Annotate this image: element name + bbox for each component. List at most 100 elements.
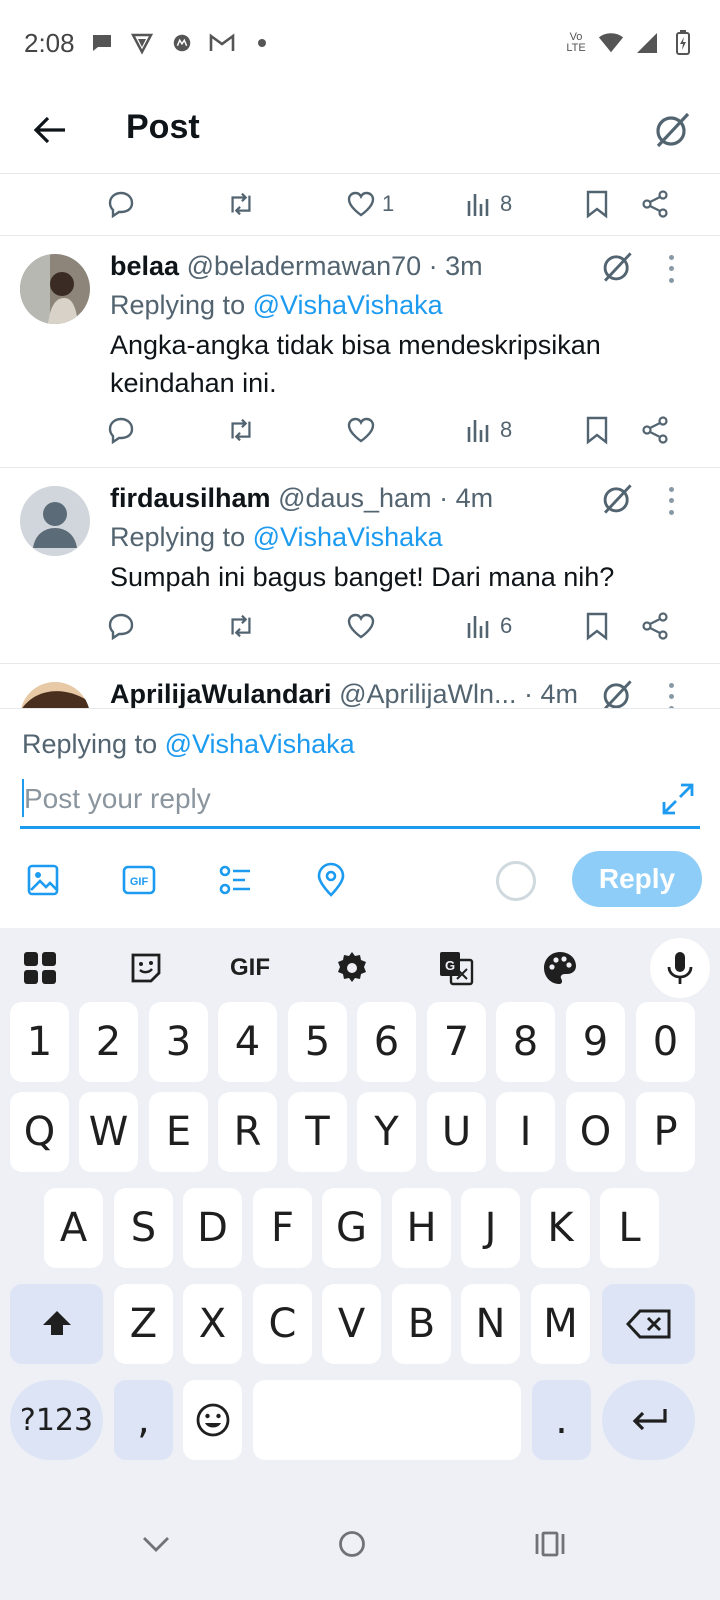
key-3[interactable]: 3 <box>149 1002 208 1082</box>
space-key[interactable] <box>253 1380 521 1460</box>
grok-button[interactable] <box>600 678 634 708</box>
key-t[interactable]: T <box>288 1092 347 1172</box>
translate-button[interactable]: G <box>430 942 482 994</box>
apps-grid-button[interactable] <box>14 942 66 994</box>
key-p[interactable]: P <box>636 1092 695 1172</box>
key-i[interactable]: I <box>496 1092 555 1172</box>
key-l[interactable]: L <box>600 1188 659 1268</box>
key-s[interactable]: S <box>114 1188 173 1268</box>
author-handle[interactable]: @daus_ham <box>278 483 432 513</box>
key-5[interactable]: 5 <box>288 1002 347 1082</box>
shift-key[interactable] <box>10 1284 103 1364</box>
key-z[interactable]: Z <box>114 1284 173 1364</box>
key-c[interactable]: C <box>253 1284 312 1364</box>
comma-key[interactable]: , <box>114 1380 173 1460</box>
backspace-key[interactable] <box>602 1284 695 1364</box>
enter-key[interactable] <box>602 1380 695 1460</box>
emoji-key[interactable] <box>183 1380 242 1460</box>
home-button[interactable] <box>330 1522 374 1566</box>
key-r[interactable]: R <box>218 1092 277 1172</box>
reply-post[interactable]: belaa @beladermawan70 · 3m Replying to @… <box>0 236 720 468</box>
reply-input[interactable] <box>20 777 620 821</box>
avatar[interactable] <box>20 682 90 708</box>
avatar[interactable] <box>20 486 90 556</box>
mention-link[interactable]: @VishaVishaka <box>165 729 355 759</box>
key-v[interactable]: V <box>322 1284 381 1364</box>
reply-post[interactable]: AprilijaWulandari @AprilijaWln... · 4m <box>0 664 720 708</box>
settings-button[interactable] <box>326 942 378 994</box>
views-action[interactable]: 8 <box>464 184 512 224</box>
share-action[interactable] <box>640 184 670 224</box>
like-action[interactable] <box>346 606 376 646</box>
voice-input-button[interactable] <box>650 938 710 998</box>
like-action[interactable] <box>346 410 376 450</box>
key-m[interactable]: M <box>531 1284 590 1364</box>
mention-link[interactable]: @VishaVishaka <box>253 522 443 552</box>
views-action[interactable]: 6 <box>464 606 512 646</box>
key-y[interactable]: Y <box>357 1092 416 1172</box>
key-0[interactable]: 0 <box>636 1002 695 1082</box>
key-4[interactable]: 4 <box>218 1002 277 1082</box>
key-k[interactable]: K <box>531 1188 590 1268</box>
author-handle[interactable]: @beladermawan70 <box>187 251 422 281</box>
avatar[interactable] <box>20 254 90 324</box>
key-f[interactable]: F <box>253 1188 312 1268</box>
more-options-button[interactable] <box>658 252 684 286</box>
back-button[interactable] <box>26 106 74 154</box>
expand-composer-button[interactable] <box>656 777 700 821</box>
bookmark-action[interactable] <box>582 184 612 224</box>
add-image-button[interactable] <box>20 857 66 903</box>
views-action[interactable]: 8 <box>464 410 512 450</box>
key-6[interactable]: 6 <box>357 1002 416 1082</box>
key-8[interactable]: 8 <box>496 1002 555 1082</box>
grok-button[interactable] <box>600 250 634 284</box>
bookmark-action[interactable] <box>582 606 612 646</box>
reply-post[interactable]: firdausilham @daus_ham · 4m Replying to … <box>0 468 720 664</box>
like-action[interactable]: 1 <box>346 184 394 224</box>
share-action[interactable] <box>640 606 670 646</box>
key-d[interactable]: D <box>183 1188 242 1268</box>
key-x[interactable]: X <box>183 1284 242 1364</box>
more-options-button[interactable] <box>658 484 684 518</box>
add-location-button[interactable] <box>308 857 354 903</box>
reply-button[interactable]: Reply <box>572 851 702 907</box>
key-j[interactable]: J <box>461 1188 520 1268</box>
share-action[interactable] <box>640 410 670 450</box>
add-poll-button[interactable] <box>212 857 258 903</box>
reply-action[interactable] <box>106 606 136 646</box>
author-handle[interactable]: @AprilijaWln... <box>339 679 516 708</box>
key-e[interactable]: E <box>149 1092 208 1172</box>
key-7[interactable]: 7 <box>427 1002 486 1082</box>
sticker-button[interactable] <box>120 942 172 994</box>
theme-button[interactable] <box>534 942 586 994</box>
key-1[interactable]: 1 <box>10 1002 69 1082</box>
period-key[interactable]: . <box>532 1380 591 1460</box>
key-a[interactable]: A <box>44 1188 103 1268</box>
repost-action[interactable] <box>226 410 256 450</box>
recents-button[interactable] <box>528 1522 572 1566</box>
reply-action[interactable] <box>106 184 136 224</box>
author-name[interactable]: AprilijaWulandari <box>110 679 332 708</box>
repost-action[interactable] <box>226 606 256 646</box>
author-name[interactable]: belaa <box>110 251 179 281</box>
key-b[interactable]: B <box>392 1284 451 1364</box>
hide-keyboard-button[interactable] <box>134 1522 178 1566</box>
key-q[interactable]: Q <box>10 1092 69 1172</box>
grok-button[interactable] <box>646 104 698 156</box>
key-n[interactable]: N <box>461 1284 520 1364</box>
gif-button[interactable]: GIF <box>222 942 278 994</box>
key-g[interactable]: G <box>322 1188 381 1268</box>
key-h[interactable]: H <box>392 1188 451 1268</box>
add-gif-button[interactable]: GIF <box>116 857 162 903</box>
grok-button[interactable] <box>600 482 634 516</box>
key-9[interactable]: 9 <box>566 1002 625 1082</box>
repost-action[interactable] <box>226 184 256 224</box>
bookmark-action[interactable] <box>582 410 612 450</box>
mention-link[interactable]: @VishaVishaka <box>253 290 443 320</box>
key-u[interactable]: U <box>427 1092 486 1172</box>
more-options-button[interactable] <box>658 680 684 708</box>
key-2[interactable]: 2 <box>79 1002 138 1082</box>
author-name[interactable]: firdausilham <box>110 483 271 513</box>
symbols-key[interactable]: ?123 <box>10 1380 103 1460</box>
key-o[interactable]: O <box>566 1092 625 1172</box>
